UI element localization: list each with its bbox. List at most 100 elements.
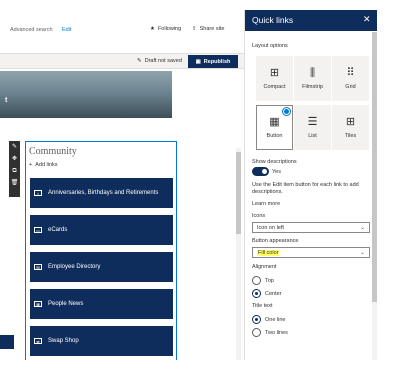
help-text: Use the Edit item button for each link t… [252,182,359,195]
cake-icon: ⌂ [34,190,42,196]
canvas-scrollbar-thumb[interactable] [236,152,241,234]
grid-layout-icon: ⠿ [346,66,355,79]
radio-label: Center [265,290,282,297]
close-icon[interactable]: ✕ [363,14,371,25]
webpart-fragment [0,335,14,349]
quick-link-label: People News [48,301,84,307]
page-canvas: Advanced search Edit ★ Following ⇪ Share… [0,0,244,360]
layout-option-tiles[interactable]: ⊞ Tiles [332,105,369,150]
card-icon: ▭ [34,227,42,233]
button-appearance-label: Button appearance [252,238,299,244]
shop-icon: ⇄ [34,338,42,344]
layout-options-label: Layout options [252,43,288,49]
plus-icon: + [29,162,33,168]
advanced-search-link[interactable]: Advanced search [10,27,53,33]
radio-label: One line [265,316,286,323]
radio-label: Top [265,277,274,284]
duplicate-webpart-icon[interactable]: ⧉ [12,167,16,176]
publish-icon: ▣ [195,58,201,65]
quick-link-label: Employee Directory [48,264,101,270]
quick-link-label: eCards [48,227,68,233]
radio-button[interactable] [252,315,261,324]
layout-option-label: Grid [345,83,356,90]
quick-link-button[interactable]: ▤ Employee Directory [30,252,173,282]
republish-button[interactable]: ▣ Republish [188,55,238,68]
directory-icon: ▤ [34,264,42,270]
add-links-label: Add links [35,162,58,168]
star-icon: ★ [150,26,155,32]
quick-link-label: Anniversaries, Birthdays and Retirements [48,190,159,196]
show-descriptions-toggle[interactable] [252,167,269,176]
button-appearance-dropdown[interactable]: Fill color ⌄ [252,247,370,258]
edit-link[interactable]: Edit [62,27,71,33]
button-layout-icon: ▦ [269,115,280,128]
canvas-scrollbar[interactable] [236,148,241,360]
icons-dropdown-value: Icon on left [257,224,284,231]
webpart-title[interactable]: Community [29,146,77,157]
property-pane-header: Quick links ✕ [245,10,377,31]
quick-link-label: Swap Shop [48,338,79,344]
draft-status: ✎ Draft not saved [137,58,182,64]
quick-link-button[interactable]: ⌂ Anniversaries, Birthdays and Retiremen… [30,178,173,208]
site-topbar: Advanced search Edit ★ Following ⇪ Share… [0,22,244,38]
alignment-option-top[interactable]: Top [252,276,274,285]
share-icon: ⇪ [192,26,197,32]
radio-label: Two lines [265,329,288,336]
button-appearance-value: Fill color [257,249,280,256]
layout-option-label: Compact [263,83,286,90]
title-text-label: Title text [252,303,273,309]
show-descriptions-label: Show descriptions [252,159,297,165]
layout-option-filmstrip[interactable]: ⫼ Filmstrip [294,56,331,101]
alignment-option-center[interactable]: Center [252,289,282,298]
layout-option-label: Tiles [344,132,357,139]
layout-option-list[interactable]: ☰ List [294,105,331,150]
radio-button[interactable] [252,289,261,298]
command-bar: ✎ Draft not saved ▣ Republish [0,53,244,69]
layout-option-label: Filmstrip [302,83,323,90]
filmstrip-layout-icon: ⫼ [309,66,316,79]
draft-status-label: Draft not saved [144,58,182,64]
following-button[interactable]: ★ Following [150,26,181,32]
share-site-label: Share site [199,26,225,32]
quick-link-button[interactable]: ⇄ Swap Shop [30,326,173,356]
quick-links-webpart[interactable]: Community + Add links ⌂ Anniversaries, B… [25,141,177,360]
property-pane-title: Quick links [252,15,294,25]
title-text-option-one-line[interactable]: One line [252,315,286,324]
news-icon: ▦ [34,301,42,307]
hero-banner: t [0,71,172,118]
pane-scrollbar-thumb[interactable] [372,32,377,302]
pane-scrollbar[interactable] [372,32,377,360]
icons-dropdown[interactable]: Icon on left ⌄ [252,222,370,233]
layout-option-button[interactable]: ▦ Button [256,105,293,150]
hero-title: t [5,97,8,104]
compact-layout-icon: ⊞ [269,66,280,79]
pencil-icon: ✎ [137,58,142,64]
list-layout-icon: ☰ [307,115,318,128]
layout-option-compact[interactable]: ⊞ Compact [256,56,293,101]
alignment-label: Alignment [252,264,277,270]
webpart-toolbar: ✎ ✥ ⧉ 🗑 [9,141,20,197]
following-label: Following [157,26,182,32]
chevron-down-icon: ⌄ [359,225,365,231]
edit-webpart-icon[interactable]: ✎ [12,143,17,152]
chevron-down-icon: ⌄ [359,250,365,256]
radio-button[interactable] [252,328,261,337]
show-descriptions-row: Yes [252,167,281,176]
republish-label: Republish [203,58,231,65]
title-text-option-two-lines[interactable]: Two lines [252,328,288,337]
learn-more-link[interactable]: Learn more [252,201,280,207]
delete-webpart-icon[interactable]: 🗑 [11,179,19,188]
add-links-button[interactable]: + Add links [29,162,58,168]
quick-link-button[interactable]: ▦ People News [30,289,173,319]
share-site-button[interactable]: ⇪ Share site [192,26,224,32]
layout-option-grid[interactable]: ⠿ Grid [332,56,369,101]
icons-label: Icons [252,213,266,219]
property-pane: Quick links ✕ Layout options ⊞ Compact ⫼… [244,10,377,360]
move-webpart-icon[interactable]: ✥ [12,155,17,164]
tiles-layout-icon: ⊞ [345,115,356,128]
quick-link-button[interactable]: ▭ eCards [30,215,173,245]
selected-check-icon [283,108,290,115]
radio-button[interactable] [252,276,261,285]
layout-option-label: Button [266,132,283,139]
show-descriptions-value: Yes [272,168,281,175]
